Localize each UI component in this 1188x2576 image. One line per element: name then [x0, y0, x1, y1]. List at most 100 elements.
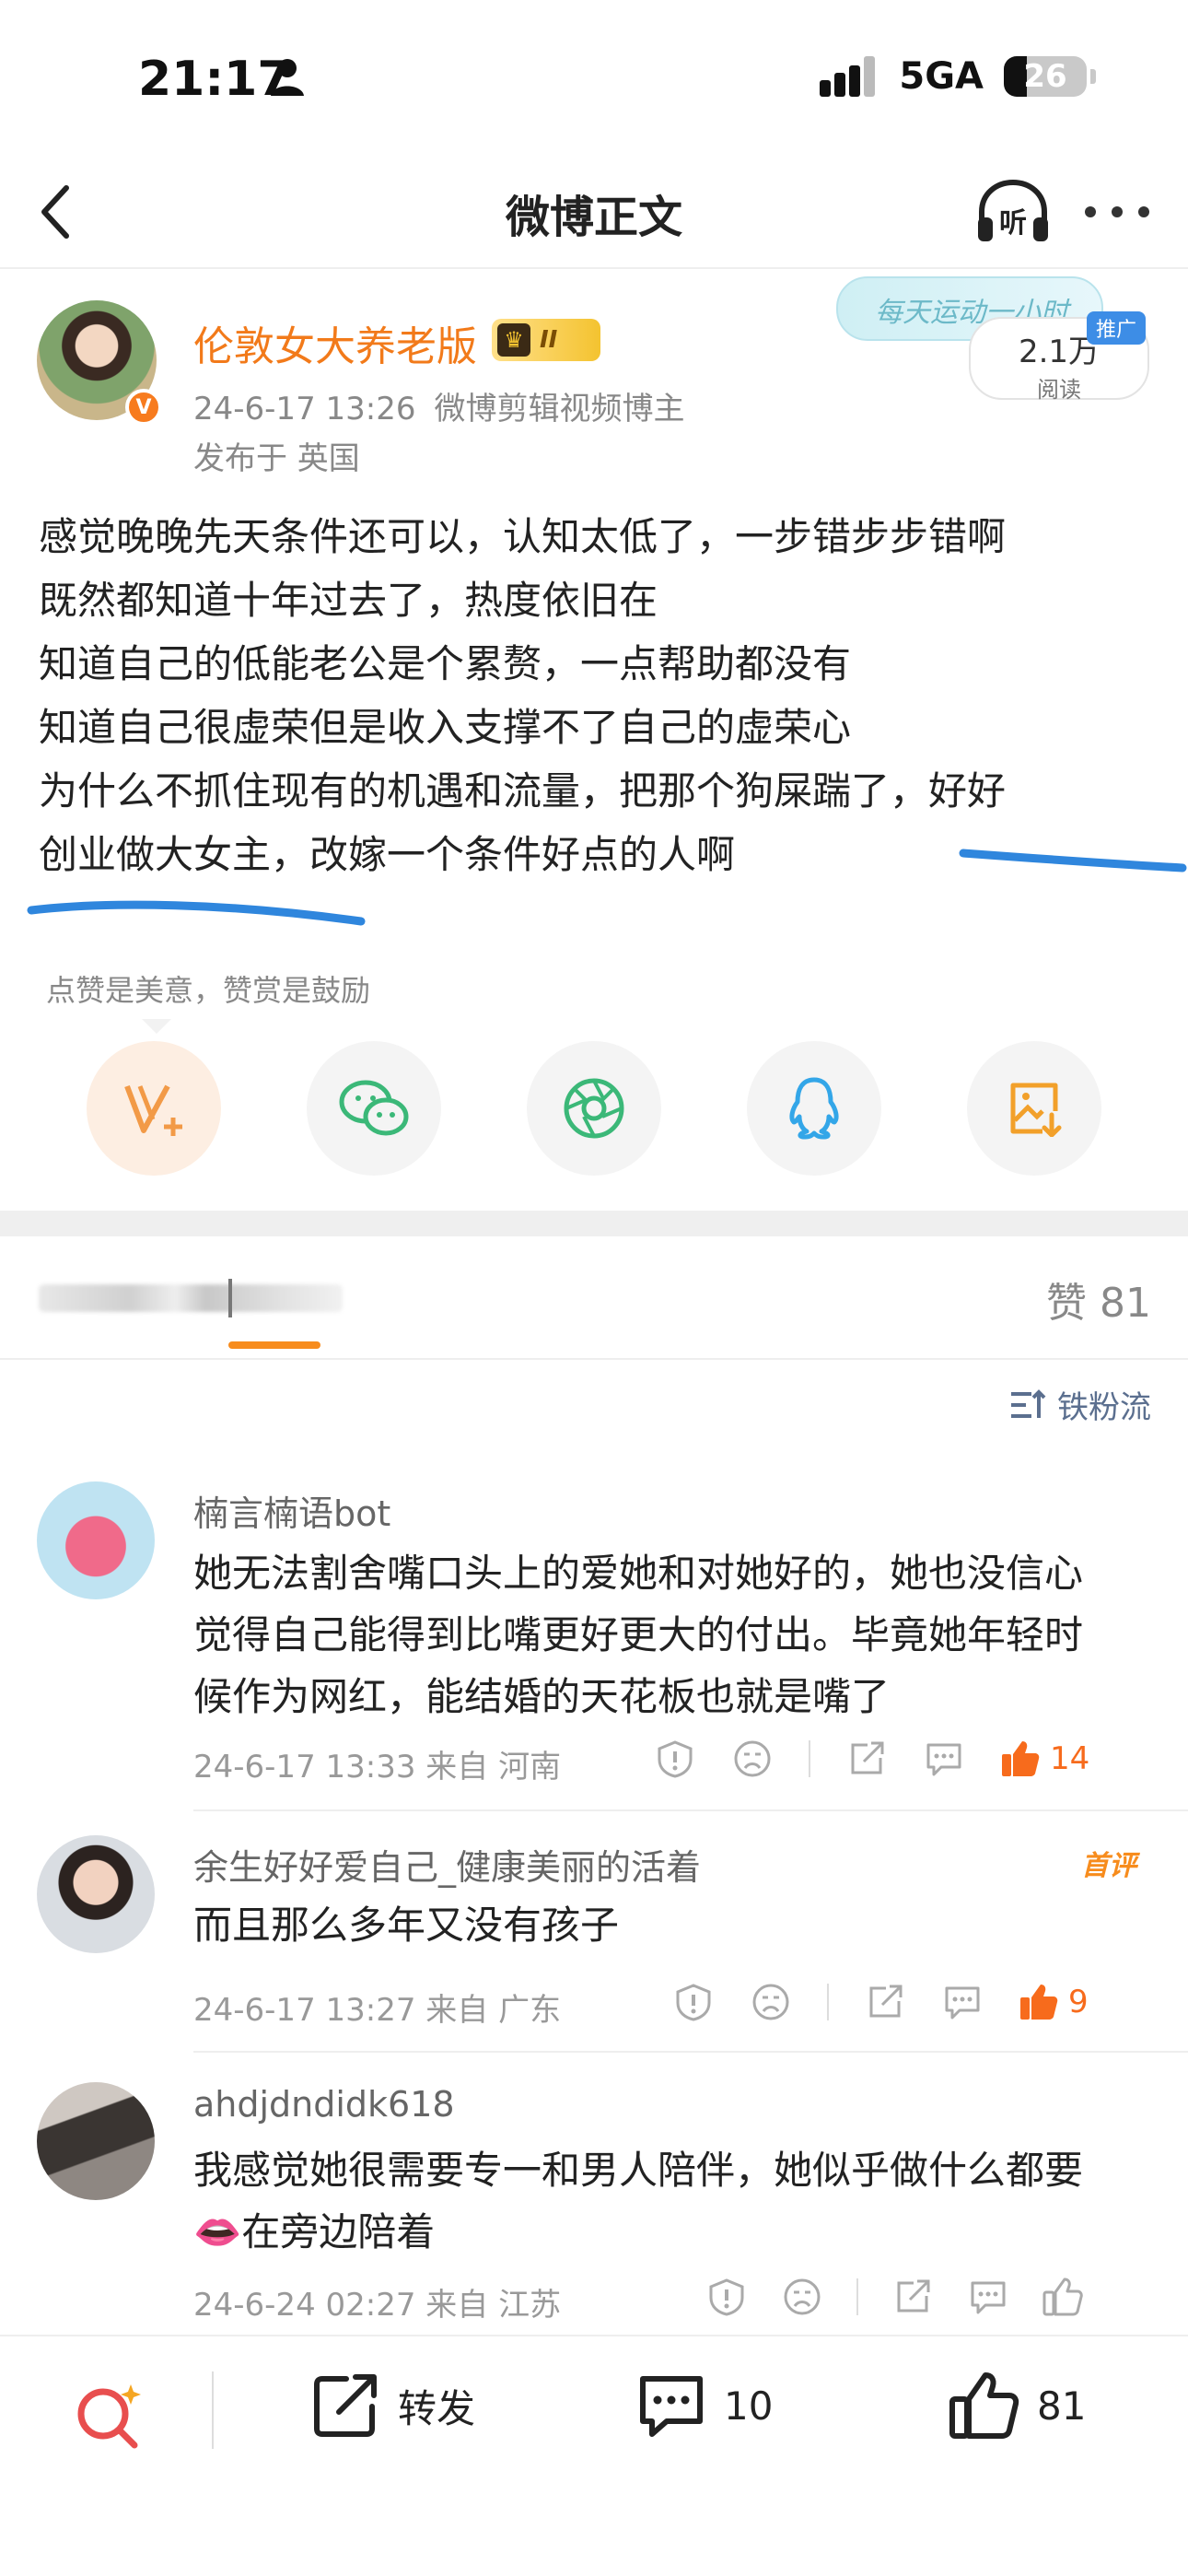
commenter-name[interactable]: 余生好好爱自己_健康美丽的活着: [193, 1839, 701, 1890]
annotation-underline: [27, 900, 366, 926]
person-icon: [271, 59, 304, 96]
dislike-face-icon[interactable]: [731, 1738, 774, 1780]
repost-icon[interactable]: [891, 2276, 934, 2318]
tab-redacted[interactable]: [39, 1284, 343, 1312]
commenter-avatar[interactable]: [37, 1835, 155, 1953]
qq-penguin-icon: [789, 1077, 839, 1140]
svg-text:听: 听: [999, 207, 1027, 240]
author-name[interactable]: 伦敦女大养老版: [193, 313, 477, 372]
vip-badge[interactable]: ♛ II: [492, 319, 600, 361]
reward-v-plus-icon: [124, 1084, 182, 1136]
comment-like-count: 9: [1068, 1984, 1089, 2020]
tab-active-indicator: [228, 1341, 320, 1349]
crown-icon: ♛: [497, 323, 530, 357]
commenter-name[interactable]: 楠言楠语bot: [193, 1485, 390, 1536]
share-wechat-button[interactable]: [307, 1041, 441, 1176]
action-separator: [856, 2278, 858, 2315]
like-button[interactable]: 81: [949, 2370, 1086, 2441]
commenter-name[interactable]: ahdjdndidk618: [193, 2084, 455, 2125]
reply-icon[interactable]: [967, 2276, 1009, 2318]
section-divider: [0, 1211, 1188, 1236]
verified-badge-icon: V: [125, 389, 162, 426]
wechat-icon: [339, 1080, 409, 1136]
comment-line: 她无法割舍嘴口头上的爱她和对她好的，她也没信心: [193, 1551, 1084, 1596]
repost-icon[interactable]: [845, 1738, 888, 1780]
more-dot: [1138, 206, 1149, 217]
status-bar: 21:17 5GA 26: [0, 0, 1188, 157]
reward-button[interactable]: [87, 1041, 221, 1176]
comment-meta: 24-6-17 13:33 来自 河南: [193, 1749, 562, 1786]
signal-icon: [820, 56, 879, 97]
comment-meta: 24-6-17 13:27 来自 广东: [193, 1992, 562, 2029]
promo-tag: 推广: [1087, 311, 1146, 345]
comment-divider: [193, 2051, 1188, 2053]
post-line: 感觉晚晚先天条件还可以，认知太低了，一步错步步错啊: [39, 514, 1007, 559]
comment-actions: 9: [672, 1981, 1089, 2023]
comment-like-count: 14: [1050, 1740, 1090, 1777]
nav-bar: 微博正文 听: [0, 157, 1188, 269]
post-line: 既然都知道十年过去了，热度依旧在: [39, 578, 658, 623]
post-line: 为什么不抓住现有的机遇和流量，把那个狗屎踹了，好好: [39, 768, 1007, 814]
post-line: 知道自己很虚荣但是收入支撑不了自己的虚荣心: [39, 705, 852, 750]
comment-like-button[interactable]: [1042, 2277, 1092, 2316]
bottom-action-bar: 转发 10 81: [0, 2335, 1188, 2576]
thumbs-up-icon: [949, 2372, 1019, 2439]
action-separator: [827, 1984, 829, 2020]
first-comment-badge: 首评: [1081, 1850, 1136, 1882]
report-icon[interactable]: [654, 1738, 696, 1780]
save-image-button[interactable]: [967, 1041, 1101, 1176]
thumbs-up-filled-icon: [1002, 1741, 1040, 1776]
tab-divider: [228, 1279, 232, 1317]
comment-line: 觉得自己能得到比嘴更好更大的付出。毕竟她年轻时: [193, 1612, 1084, 1657]
thumbs-up-outline-icon: [1042, 2277, 1083, 2316]
reward-tip: 点赞是美意，赞赏是鼓励: [46, 973, 371, 1008]
dislike-face-icon[interactable]: [781, 2276, 823, 2318]
read-label: 阅读: [1037, 377, 1081, 403]
status-time: 21:17: [138, 52, 291, 107]
repost-icon[interactable]: [864, 1981, 906, 2023]
comment-line: 👄在旁边陪着: [193, 2209, 436, 2254]
post-location: 发布于 英国: [193, 440, 360, 477]
dislike-face-icon[interactable]: [750, 1981, 792, 2023]
comment-divider: [193, 1809, 1188, 1811]
share-row: [87, 1041, 1101, 1176]
commenter-avatar[interactable]: [37, 2082, 155, 2200]
more-button[interactable]: [1085, 184, 1149, 240]
report-icon[interactable]: [672, 1981, 715, 2023]
reward-pointer: [142, 1019, 171, 1034]
listen-headphones-icon[interactable]: 听: [974, 177, 1052, 247]
commenter-avatar[interactable]: [37, 1481, 155, 1599]
report-icon[interactable]: [705, 2276, 748, 2318]
post-source: 微博剪辑视频博主: [434, 391, 685, 427]
annotation-underline: [959, 849, 1187, 872]
comment-like-button[interactable]: 9: [1019, 1983, 1089, 2021]
thumbs-up-filled-icon: [1020, 1985, 1058, 2020]
network-label: 5GA: [899, 55, 984, 98]
save-image-icon: [1010, 1083, 1062, 1137]
status-indicators: 5GA 26: [820, 55, 1096, 98]
battery-tip: [1090, 69, 1096, 84]
action-separator: [809, 1740, 810, 1777]
reply-icon[interactable]: [941, 1981, 984, 2023]
search-icon[interactable]: [72, 2377, 146, 2451]
reply-icon[interactable]: [923, 1738, 965, 1780]
sort-toggle[interactable]: 铁粉流: [1009, 1382, 1151, 1427]
repost-button[interactable]: 转发: [309, 2370, 475, 2441]
tabs-row: 赞 81: [0, 1236, 1188, 1360]
bottom-separator: [212, 2371, 214, 2449]
more-dot: [1112, 206, 1123, 217]
vip-level: II: [540, 326, 558, 354]
post-timestamp: 24-6-17 13:26: [193, 391, 416, 427]
tab-likes[interactable]: 赞 81: [1046, 1270, 1151, 1329]
comment-actions: [705, 2276, 1092, 2318]
comment-button[interactable]: 10: [635, 2370, 773, 2441]
like-count: 81: [1037, 2383, 1087, 2429]
repost-label: 转发: [398, 2385, 476, 2431]
comment-like-button[interactable]: 14: [1000, 1739, 1089, 1778]
share-moments-button[interactable]: [527, 1041, 661, 1176]
comment-line: 候作为网红，能结婚的天花板也就是嘴了: [193, 1674, 891, 1719]
comment-actions: 14: [654, 1738, 1089, 1780]
share-qq-button[interactable]: [747, 1041, 881, 1176]
author-avatar[interactable]: V: [37, 300, 162, 426]
battery-icon: 26: [1004, 56, 1087, 97]
